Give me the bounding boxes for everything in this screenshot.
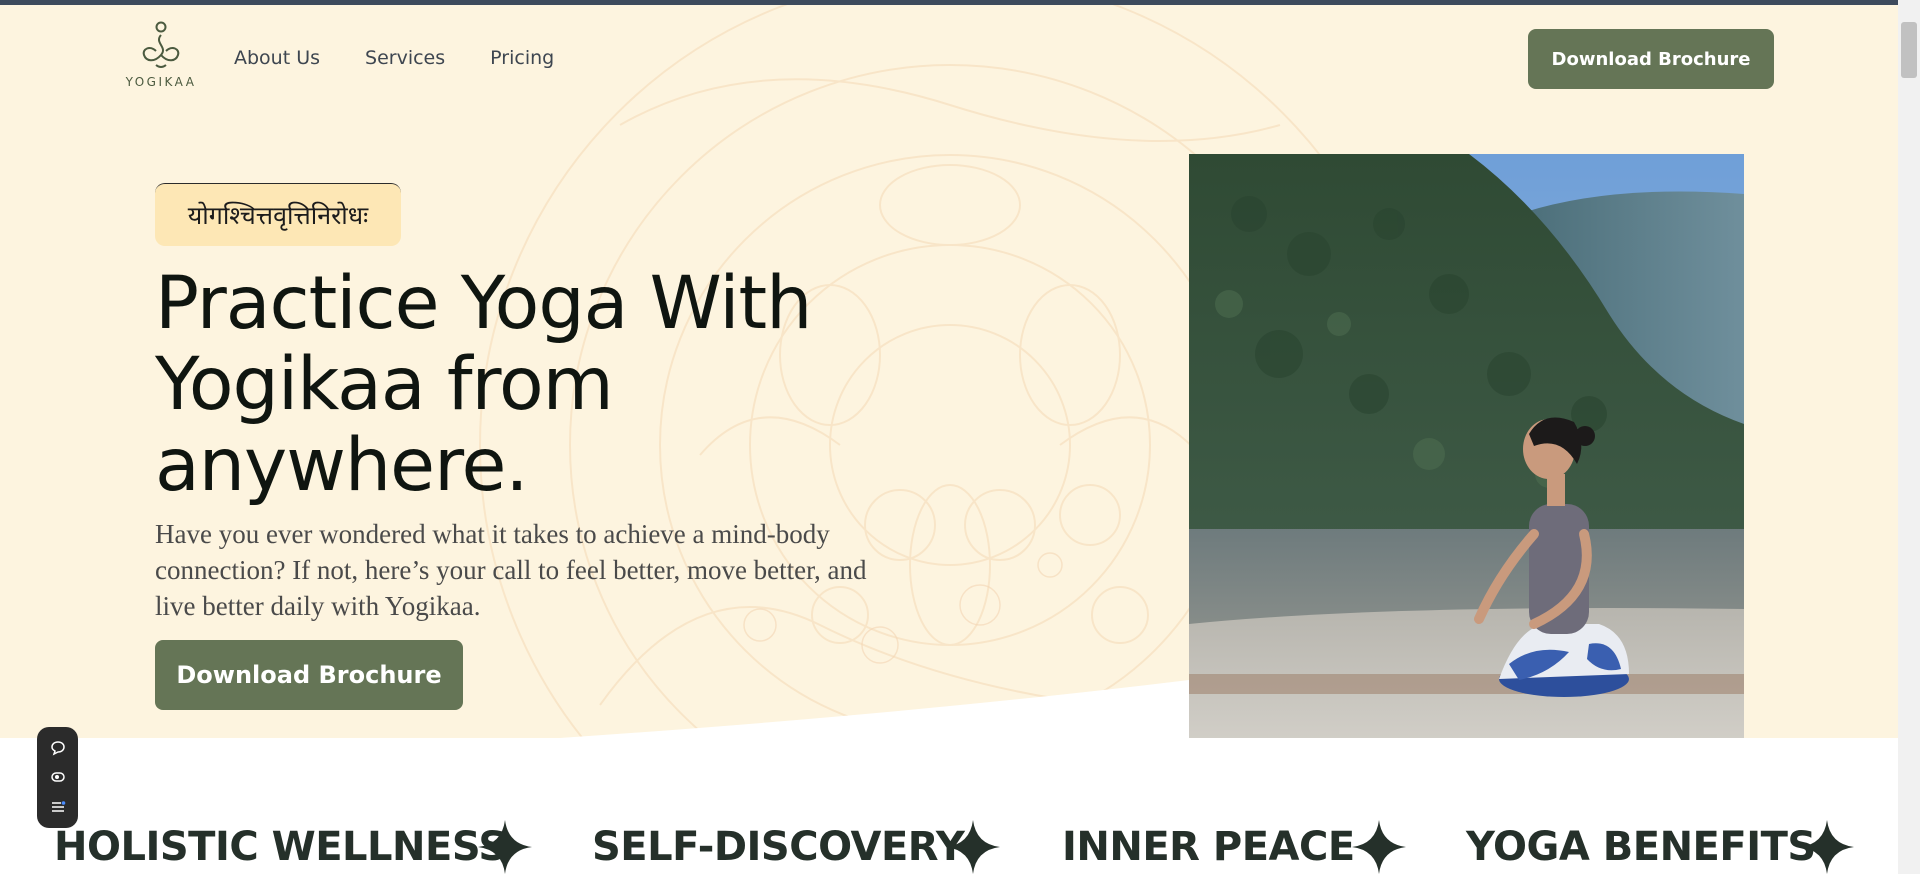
eye-icon[interactable]: [49, 768, 67, 786]
hero-headline: Practice Yoga With Yogikaa from anywhere…: [155, 263, 915, 506]
hero-headline-line-2: Yogikaa from: [155, 342, 614, 427]
nav-item-services[interactable]: Services: [365, 47, 445, 69]
header-download-brochure-button[interactable]: Download Brochure: [1528, 29, 1774, 89]
main-nav: About Us Services Pricing: [234, 47, 554, 69]
hero-download-brochure-button[interactable]: Download Brochure: [155, 640, 463, 710]
ticker-label: SELF-DISCOVERY: [592, 824, 965, 870]
nav-item-about-us[interactable]: About Us: [234, 47, 320, 69]
hero-section: YOGIKAA About Us Services Pricing Downlo…: [0, 5, 1898, 738]
ticker-item: YOGA BENEFITS: [1466, 824, 1816, 870]
chat-widget: [37, 727, 78, 828]
hero-yoga-photo: [1189, 154, 1744, 738]
ticker-label: YOGA BENEFITS: [1466, 824, 1816, 870]
ticker-item: SELF-DISCOVERY: [592, 824, 965, 870]
yogikaa-logo-icon: [142, 21, 180, 68]
ticker-label: HOLISTIC WELLNESS: [54, 824, 507, 870]
ticker-item: INNER PEACE: [1062, 824, 1355, 870]
meditation-photo-illustration: [1189, 154, 1744, 738]
sparkle-star-icon: [946, 820, 1000, 874]
page-scrollbar[interactable]: [1898, 0, 1920, 874]
benefits-ticker: HOLISTIC WELLNESS SELF-DISCOVERY INNER P…: [0, 818, 1898, 874]
sparkle-star-icon: [1800, 820, 1854, 874]
hero-headline-line-3: anywhere.: [155, 423, 529, 508]
ticker-label: INNER PEACE: [1062, 824, 1355, 870]
menu-icon[interactable]: [49, 798, 67, 816]
ticker-item: HOLISTIC WELLNESS: [54, 824, 507, 870]
chat-bubble-icon[interactable]: [49, 739, 67, 757]
brand-logo[interactable]: YOGIKAA: [122, 21, 200, 95]
sparkle-star-icon: [478, 820, 532, 874]
sanskrit-badge: योगश्चित्तवृत्तिनिरोधः: [155, 183, 401, 246]
sparkle-star-icon: [1352, 820, 1406, 874]
scrollbar-thumb[interactable]: [1901, 22, 1917, 78]
brand-name: YOGIKAA: [125, 75, 197, 89]
hero-subtext: Have you ever wondered what it takes to …: [155, 519, 867, 621]
nav-item-pricing[interactable]: Pricing: [490, 47, 554, 69]
hero-headline-line-1: Practice Yoga With: [155, 261, 812, 346]
